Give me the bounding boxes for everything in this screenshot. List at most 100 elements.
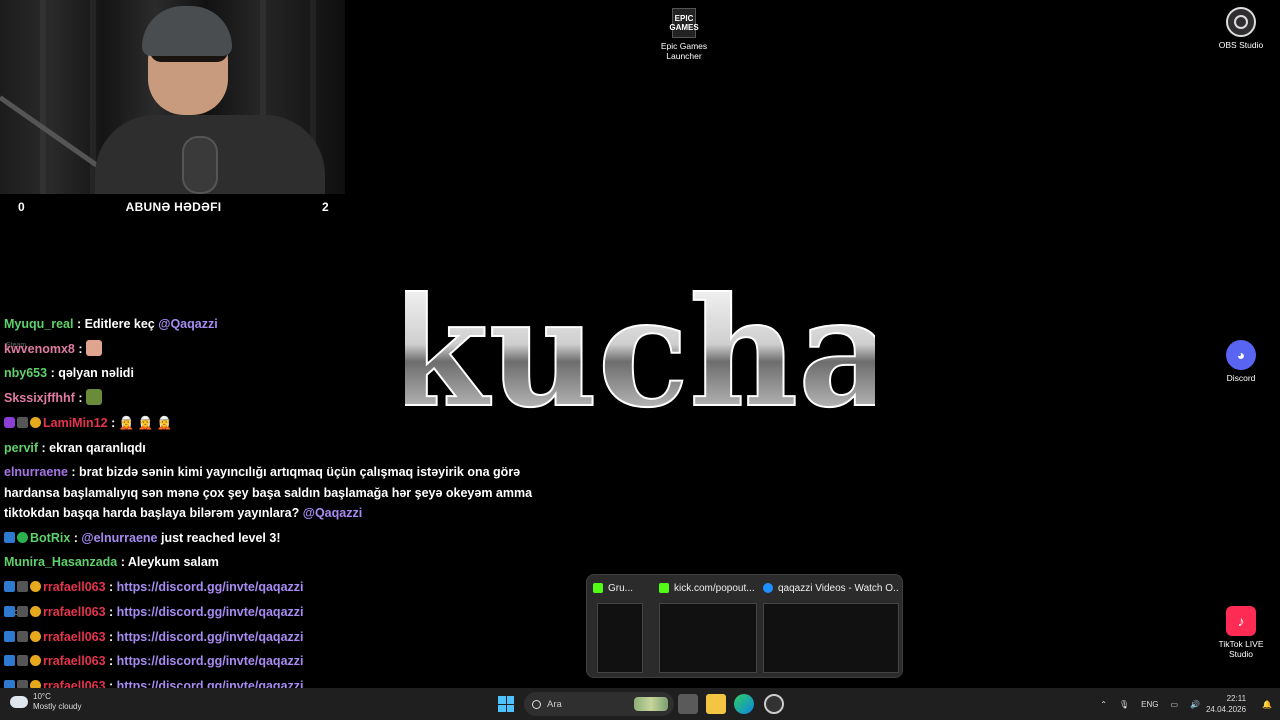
chat-message: rrafaell063 : https://discord.gg/invte/q… [4, 649, 544, 674]
chat-emote [85, 389, 102, 406]
chat-username[interactable]: pervif [4, 441, 38, 455]
chat-username[interactable]: elnurraene [4, 465, 68, 479]
edge-icon[interactable] [734, 694, 754, 714]
preview-title: Gru... [608, 582, 634, 594]
search-icon [532, 699, 541, 709]
desktop-icon-label: TikTok LIVE Studio [1218, 639, 1264, 659]
gold-badge-icon [30, 605, 41, 617]
chat-message: rrafaell063 : https://discord.gg/invte/q… [4, 625, 544, 650]
chat-username[interactable]: kwvenomx8 [4, 342, 75, 356]
chat-mention[interactable]: @Qaqazzi [303, 506, 362, 520]
desktop-icon-obs[interactable]: OBS Studio [1214, 7, 1268, 50]
chat-message: nby653 : qəlyan nəlidi [4, 366, 134, 381]
gray-badge-icon [17, 630, 28, 642]
mic-icon[interactable]: 🎙 [1119, 700, 1129, 709]
chat-text: qəlyan nəlidi [58, 366, 134, 381]
obs-taskbar-icon[interactable] [764, 694, 784, 714]
gold-badge-icon [30, 416, 41, 428]
chat-message: Munira_Hasanzada : Aleykum salam [4, 555, 219, 570]
obs-icon [1226, 7, 1256, 37]
chat-text: Editlere keç [84, 317, 155, 331]
blue-badge-icon [4, 531, 15, 543]
chat-message: kwvenomx8 : [4, 337, 544, 362]
task-view-icon[interactable] [678, 694, 698, 714]
preview-title: kick.com/popout... [674, 582, 755, 594]
chat-text: Aleykum salam [127, 555, 219, 570]
gold-badge-icon [30, 630, 41, 642]
blue-badge-icon [4, 581, 15, 593]
cloud-icon [10, 696, 28, 708]
chat-username[interactable]: Myuqu_real [4, 317, 73, 331]
chat-message: Myuqu_real : Editlere keç @Qaqazzi [4, 317, 218, 331]
gold-badge-icon [30, 655, 41, 667]
desktop-icon-discord[interactable]: ◕ Discord [1214, 340, 1268, 383]
weather-temp: 10°C [33, 692, 51, 701]
clock[interactable]: 22:11 24.04.2026 [1206, 693, 1246, 715]
chat-link[interactable]: https://discord.gg/invte/qaqazzi [117, 654, 304, 668]
chat-emote [85, 339, 102, 356]
chat-username[interactable]: rrafaell063 [43, 654, 106, 668]
kick-icon [659, 583, 669, 593]
chat-message: pervif : ekran qaranlıqdı [4, 440, 146, 455]
taskbar-preview-popup: Gru... kick.com/popout... qaqazzi Videos… [586, 574, 903, 678]
gray-badge-icon [17, 655, 28, 667]
volume-icon[interactable]: 🔊 [1190, 700, 1200, 709]
chat-username[interactable]: nby653 [4, 366, 47, 380]
blue-badge-icon [4, 605, 15, 617]
chat-message: LamiMin12 : 🧝 🧝 🧝 [4, 411, 544, 436]
chat-message: Skssixjffhhf : [4, 386, 544, 411]
blue-badge-icon [4, 630, 15, 642]
chat-username[interactable]: rrafaell063 [43, 580, 106, 594]
desktop-icon-epic-games[interactable]: EPIC GAMES Epic Games Launcher [656, 8, 712, 61]
chat-username[interactable]: BotRix [30, 531, 70, 545]
chat-username[interactable]: rrafaell063 [43, 605, 106, 619]
weather-desc: Mostly cloudy [33, 702, 82, 711]
desktop-icon-label: OBS Studio [1218, 40, 1264, 50]
file-explorer-icon[interactable] [706, 694, 726, 714]
windows-start-icon[interactable] [498, 696, 514, 712]
desktop-icon-tiktok-live-studio[interactable]: ♪ TikTok LIVE Studio [1214, 606, 1268, 659]
chat-overlay: Myuqu_real : Editlere keç @Qaqazzi kwven… [4, 312, 544, 699]
preview-window-3[interactable]: qaqazzi Videos - Watch O... [763, 579, 899, 675]
kick-icon [593, 583, 603, 593]
subscriber-goal-bar: 0 ABUNƏ HƏDƏFI 2 [0, 194, 345, 220]
taskbar-search[interactable]: Ara [524, 692, 674, 716]
webcam-overlay [0, 0, 345, 194]
gray-badge-icon [17, 416, 28, 428]
goal-current: 0 [18, 200, 25, 214]
preview-window-2[interactable]: kick.com/popout... [659, 579, 757, 675]
chevron-up-icon[interactable]: ⌃ [1100, 700, 1107, 709]
chat-username[interactable]: LamiMin12 [43, 416, 108, 430]
search-placeholder: Ara [547, 698, 562, 710]
preview-thumbnail [597, 603, 643, 673]
gray-badge-icon [17, 581, 28, 593]
chat-link[interactable]: https://discord.gg/invte/qaqazzi [117, 630, 304, 644]
chat-username[interactable]: Skssixjffhhf [4, 391, 75, 405]
language-indicator[interactable]: ENG [1141, 700, 1158, 709]
chat-message: rrafaell063 : https://discord.gg/invte/q… [4, 575, 544, 600]
chat-username[interactable]: Munira_Hasanzada [4, 555, 117, 569]
network-icon[interactable]: ▭ [1170, 700, 1178, 709]
chat-mention[interactable]: @Qaqazzi [158, 317, 217, 331]
preview-window-1[interactable]: Gru... [593, 579, 655, 675]
chat-text: brat bizdə sənin kimi yayıncılığı artıqm… [4, 465, 533, 521]
chat-message: elnurraene : brat bizdə sənin kimi yayın… [4, 465, 533, 521]
epic-games-icon: EPIC GAMES [669, 8, 699, 38]
chat-mention[interactable]: @elnurraene [81, 531, 157, 545]
weather-widget[interactable]: 10°C Mostly cloudy [10, 692, 81, 712]
chat-link[interactable]: https://discord.gg/invte/qaqazzi [117, 605, 304, 619]
notification-icon[interactable]: 🔔 [1262, 700, 1272, 709]
clock-time: 22:11 [1226, 694, 1247, 703]
preview-thumbnail [763, 603, 899, 673]
gold-badge-icon [30, 581, 41, 593]
chat-message: rrafaell063 : https://discord.gg/invte/q… [4, 600, 544, 625]
chat-username[interactable]: rrafaell063 [43, 630, 106, 644]
streamer-cap [142, 6, 232, 56]
chat-link[interactable]: https://discord.gg/invte/qaqazzi [117, 580, 304, 594]
desktop-icon-label: Discord [1226, 373, 1256, 383]
chat-emote: 🧝 🧝 🧝 [118, 415, 173, 430]
goal-target: 2 [322, 200, 329, 214]
green-badge-icon [17, 531, 28, 543]
search-highlight-image [634, 697, 668, 711]
goal-label: ABUNƏ HƏDƏFI [125, 200, 222, 214]
